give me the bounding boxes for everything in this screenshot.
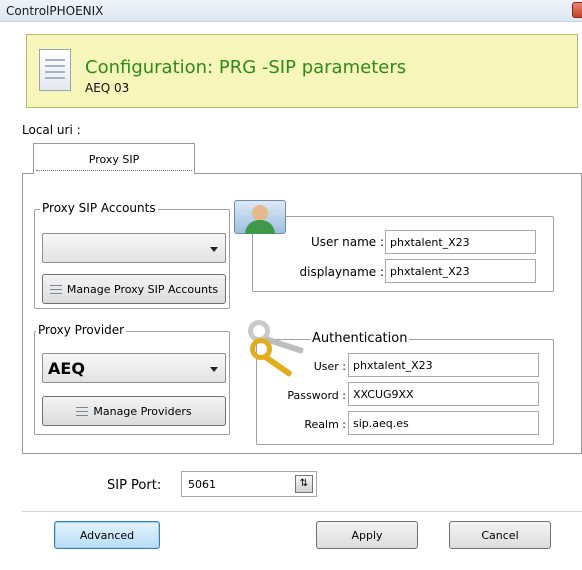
config-header: Configuration: PRG -SIP parameters AEQ 0… (26, 34, 578, 108)
manage-providers-button[interactable]: Manage Providers (42, 396, 226, 426)
displayname-label: displayname : (299, 265, 385, 279)
tab-label: Proxy SIP (88, 153, 140, 166)
chevron-down-icon (210, 247, 218, 252)
spin-arrows-icon[interactable]: ⇅ (295, 475, 313, 493)
proxy-provider-value: AEQ (48, 359, 85, 378)
apply-button-label: Apply (351, 529, 383, 542)
advanced-button[interactable]: Advanced (54, 521, 160, 549)
manage-proxy-accounts-button[interactable]: Manage Proxy SIP Accounts (42, 274, 226, 304)
header-subtitle: AEQ 03 (85, 81, 130, 95)
proxy-provider-legend: Proxy Provider (36, 323, 127, 337)
username-input[interactable] (385, 230, 536, 254)
manage-proxy-accounts-label: Manage Proxy SIP Accounts (66, 283, 219, 296)
proxy-provider-dropdown[interactable]: AEQ (42, 353, 226, 383)
advanced-button-label: Advanced (79, 529, 135, 542)
sip-port-input[interactable]: 5061 ⇅ (181, 471, 317, 497)
separator (22, 511, 582, 512)
tab-proxy-sip[interactable]: Proxy SIP (33, 143, 195, 174)
document-icon (39, 49, 71, 91)
keys-icon (246, 318, 306, 378)
dialog-window: ControlPHOENIX Configuration: PRG -SIP p… (0, 0, 582, 570)
local-uri-label: Local uri : (22, 123, 81, 137)
window-title: ControlPHOENIX (6, 4, 104, 18)
password-input[interactable] (348, 382, 539, 406)
close-button[interactable] (572, 2, 582, 18)
sip-port-label: SIP Port: (107, 478, 162, 493)
proxy-accounts-legend: Proxy SIP Accounts (40, 201, 158, 215)
title-bar[interactable]: ControlPHOENIX (0, 0, 582, 22)
list-icon (76, 407, 89, 416)
displayname-input[interactable] (385, 259, 536, 283)
authentication-legend: Authentication (310, 331, 410, 346)
cancel-button-label: Cancel (481, 529, 519, 542)
cancel-button[interactable]: Cancel (449, 521, 551, 549)
realm-label: Realm : (304, 418, 346, 431)
list-icon (49, 285, 62, 294)
username-label: User name : (310, 235, 384, 249)
header-title: Configuration: PRG -SIP parameters (85, 57, 407, 78)
user-avatar-icon (234, 200, 286, 234)
password-label: Password : (287, 389, 346, 402)
sip-port-value: 5061 (188, 478, 216, 491)
realm-input[interactable] (348, 411, 539, 435)
auth-user-input[interactable] (348, 353, 539, 377)
apply-button[interactable]: Apply (316, 521, 418, 549)
manage-providers-label: Manage Providers (93, 405, 192, 418)
proxy-accounts-dropdown[interactable] (42, 233, 226, 263)
chevron-down-icon (210, 367, 218, 372)
